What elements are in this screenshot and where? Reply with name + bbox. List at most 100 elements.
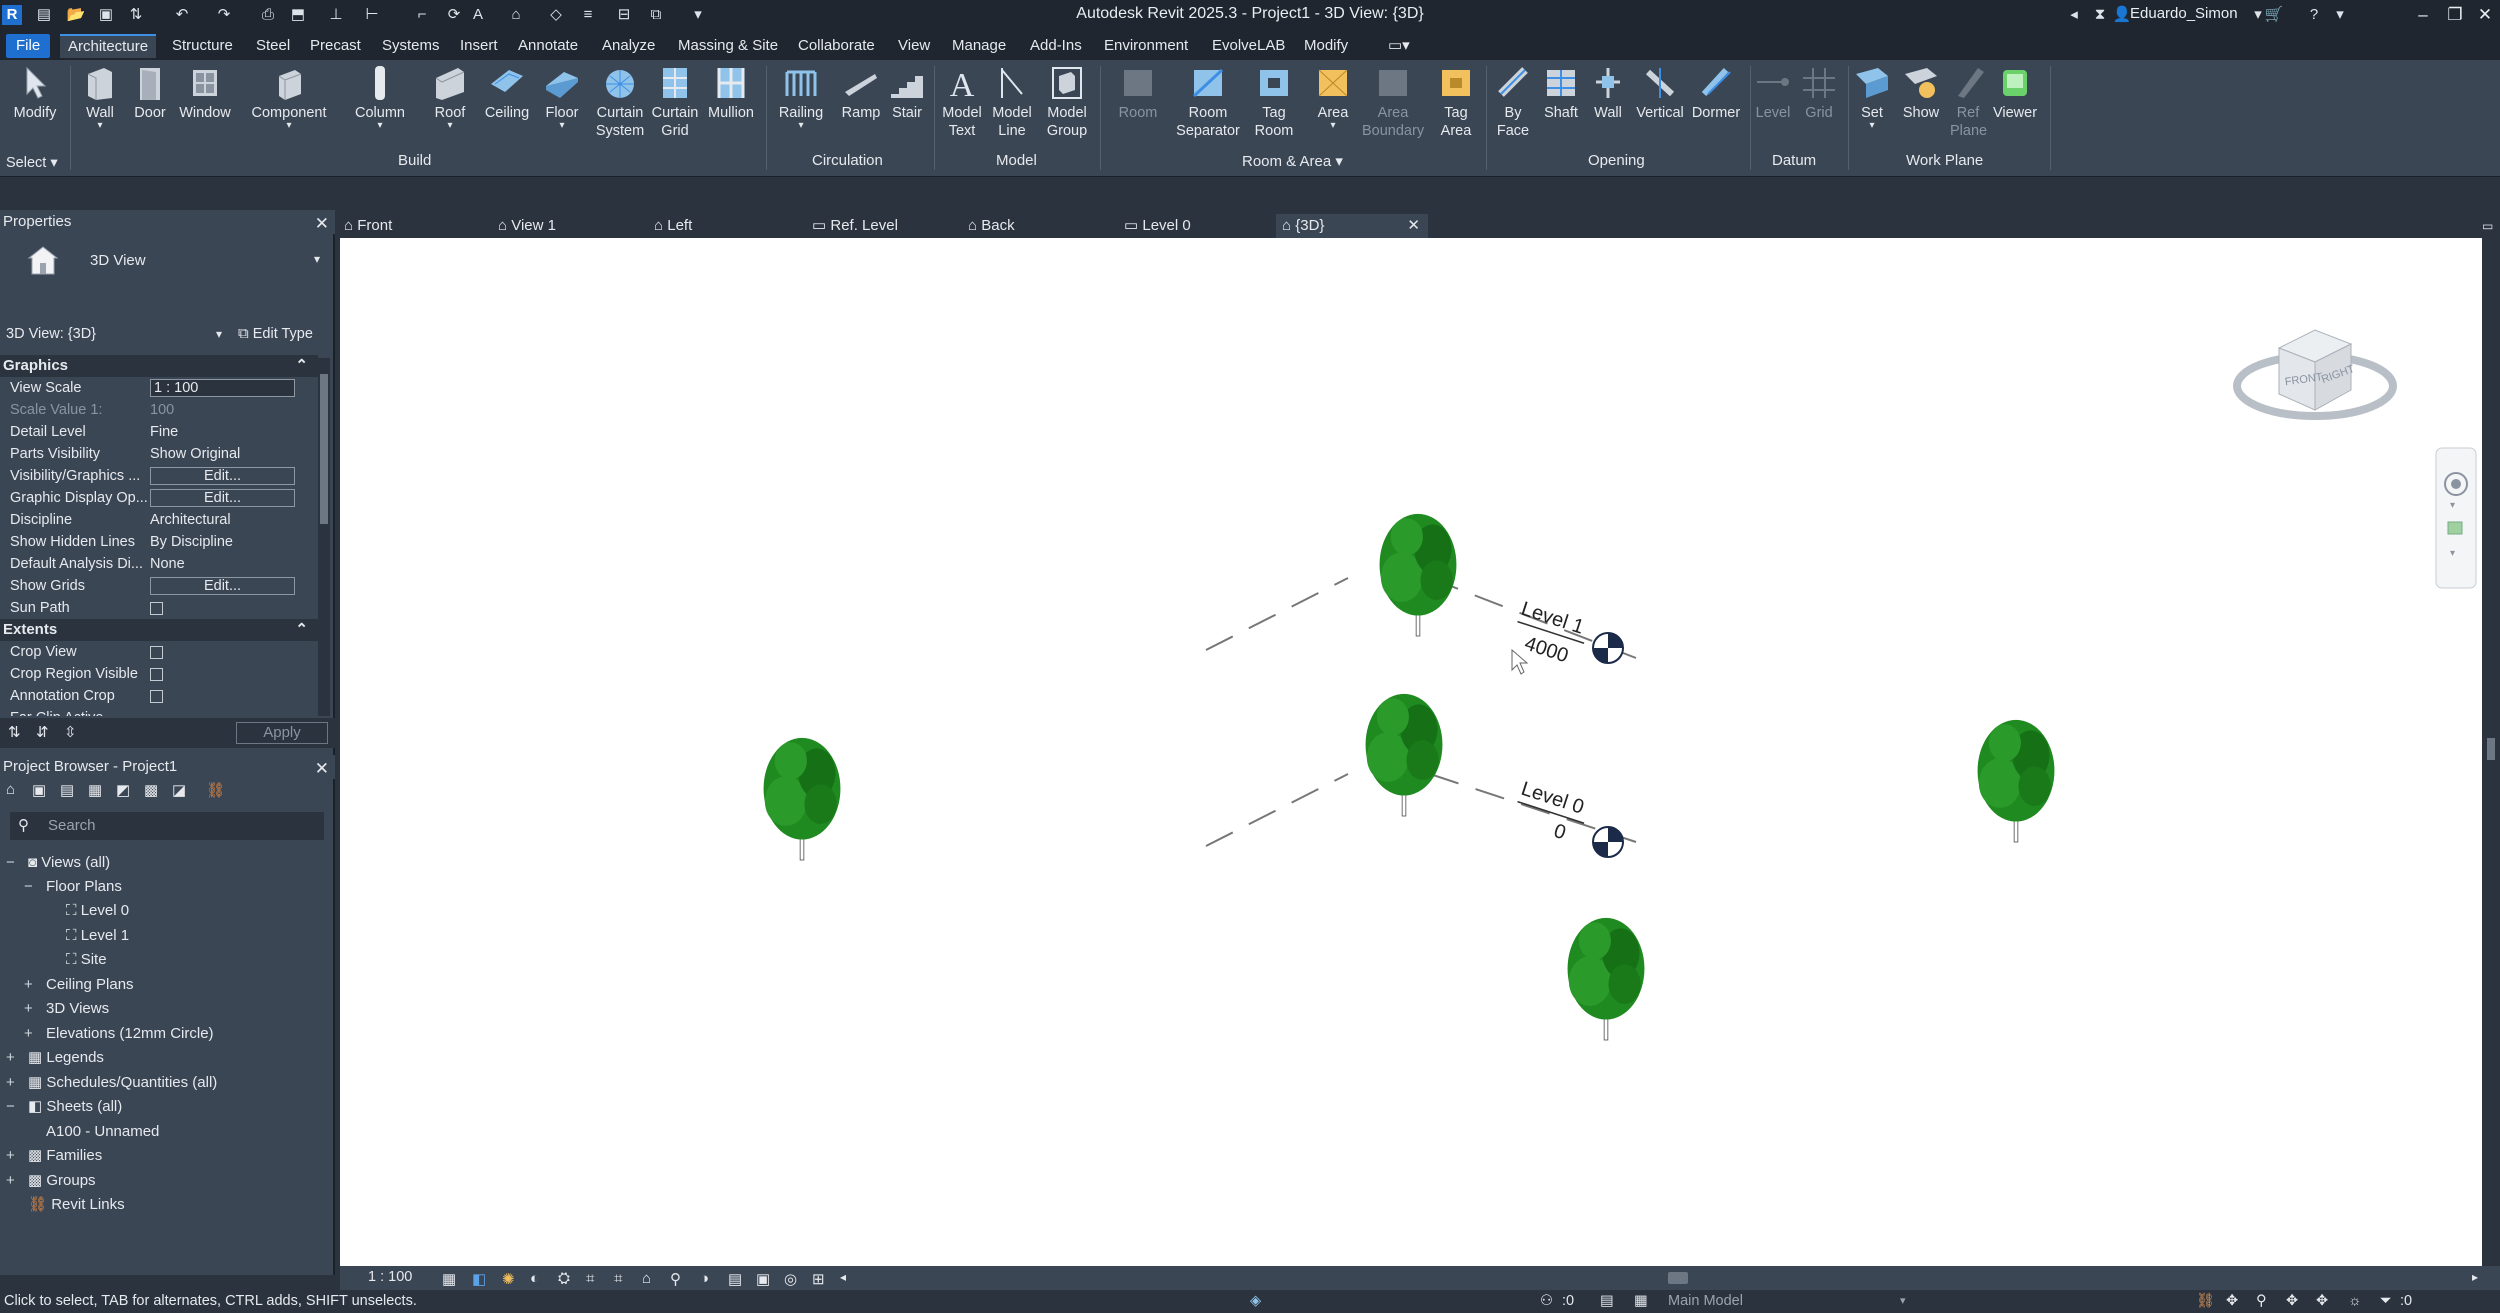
crop-view-checkbox[interactable] [150,645,163,659]
group-icon[interactable]: ▩ [144,781,158,799]
tree-item-level0[interactable]: ⛶ Level 0 [66,900,129,922]
expand-icon[interactable]: + [24,998,33,1020]
apply-button[interactable]: Apply [236,722,328,744]
edit-type-button[interactable]: ⧉ Edit Type [238,322,313,346]
tree-item-schedules[interactable]: ▦ Schedules/Quantities (all) [28,1072,217,1094]
wall-button[interactable]: Wall ▾ [78,64,122,131]
door-button[interactable]: Door [128,64,172,122]
section-icon[interactable]: ◇ [546,5,566,25]
level-0-head[interactable]: Level 0 0 [1509,778,1592,849]
chevron-down-icon[interactable]: ▾ [1900,1290,1906,1313]
select-links-icon[interactable]: ⛓ [2196,1290,2214,1313]
reveal-hidden-icon[interactable]: ◑ [700,1270,718,1287]
tab-3d[interactable]: ⌂ {3D} ✕ [1276,214,1428,238]
categorized-icon[interactable]: ⇅ [8,723,21,741]
tree-item-floor-plans[interactable]: Floor Plans [46,876,122,898]
sync-icon[interactable]: ⇅ [126,5,146,25]
prop-view-scale[interactable]: View Scale 1 : 100 [0,377,318,399]
instance-selector[interactable]: 3D View: {3D} ▾ [6,322,230,346]
model-line-button[interactable]: Model Line [988,64,1036,140]
dormer-button[interactable]: Dormer [1688,64,1744,122]
crop-view-icon[interactable]: ⌗ [586,1270,604,1287]
tab-manage[interactable]: Manage [952,34,1006,58]
tab-architecture[interactable]: Architecture [60,34,157,58]
export-icon[interactable]: ⬒ [288,5,308,25]
3d-view-icon[interactable]: ⌂ [506,5,526,25]
group-label-room-area[interactable]: Room & Area ▾ [1242,152,1343,170]
scrollbar-thumb[interactable] [2487,738,2495,760]
constraints-icon[interactable]: ⊞ [812,1270,830,1288]
tab-view[interactable]: View [898,34,930,58]
tree-item-legends[interactable]: ▦ Legends [28,1047,104,1069]
dimension-icon[interactable]: ⊢ [362,5,382,25]
sort-az-icon[interactable]: ⇵ [36,723,49,741]
tree-item-a100[interactable]: A100 - Unnamed [46,1121,159,1143]
text-icon[interactable]: A [468,5,488,25]
model-group-button[interactable]: Model Group [1042,64,1092,140]
tree-planting[interactable] [1977,719,2055,843]
collapse-icon[interactable]: − [6,852,15,874]
tree-item-revit-links[interactable]: ⛓ Revit Links [28,1194,125,1216]
select-dropdown[interactable]: Select ▾ [6,154,58,172]
ref-plane-button[interactable]: Ref Plane [1950,64,1987,140]
prop-show-hidden-lines[interactable]: Show Hidden Lines By Discipline [0,531,318,553]
view-scale-control[interactable]: 1 : 100 [368,1269,412,1285]
expand-icon[interactable]: + [24,1023,33,1045]
by-face-button[interactable]: By Face [1490,64,1536,140]
help-dropdown-icon[interactable]: ▾ [2330,5,2350,25]
visual-style-icon[interactable]: ◧ [472,1270,490,1288]
tree-item-families[interactable]: ▩ Families [28,1145,102,1167]
tab-structure[interactable]: Structure [172,34,233,58]
tab-back[interactable]: ⌂ Back [968,214,1015,238]
scroll-left-icon[interactable]: ◂ [840,1270,858,1286]
viewcube[interactable]: FRONT RIGHT [2233,329,2397,420]
tag-room-button[interactable]: Tag Room [1248,64,1300,140]
drag-elements-icon[interactable]: ✥ [2316,1290,2328,1313]
crop-region-icon[interactable]: ⌗ [614,1270,632,1287]
render-icon[interactable]: ⛭ [558,1270,576,1287]
viewer-button[interactable]: Viewer [1986,64,2044,122]
temp-hide-icon[interactable]: ⚲ [670,1270,688,1288]
tree-planting[interactable] [1567,917,1645,1041]
filter-icon[interactable]: ⏷ [2380,1290,2392,1313]
help-icon[interactable]: ? [2304,5,2324,25]
tree-planting[interactable] [1365,693,1443,817]
extents-section[interactable]: Extents ⌃ [0,619,318,641]
window-button[interactable]: Window [176,64,234,122]
worksharing-icon[interactable]: ▤ [728,1270,746,1288]
switch-windows-icon[interactable]: ⧉ [646,5,666,25]
status-icon[interactable]: ◈ [1250,1290,1261,1313]
tab-left[interactable]: ⌂ Left [654,214,692,238]
annotation-crop-checkbox[interactable] [150,689,163,703]
railing-button[interactable]: Railing ▾ [774,64,828,131]
expand-icon[interactable]: + [6,1170,15,1192]
tab-collaborate[interactable]: Collaborate [798,34,875,58]
chevron-down-icon[interactable]: ▾ [2450,500,2455,511]
user-name[interactable]: Eduardo_Simon [2130,5,2238,22]
restore-button[interactable]: ❐ [2440,2,2470,28]
select-by-face-icon[interactable]: ✥ [2286,1290,2298,1313]
tab-evolvelab[interactable]: EvolveLAB [1212,34,1285,58]
level-1-elevation[interactable]: 4000 [1522,633,1571,668]
undo-icon[interactable]: ↶ [172,5,192,25]
tree-item-elevations[interactable]: Elevations (12mm Circle) [46,1023,214,1045]
tree-planting[interactable] [1379,513,1457,637]
tree-item-groups[interactable]: ▩ Groups [28,1170,96,1192]
modify-button[interactable]: Modify [8,64,62,122]
sign-in-arrow-icon[interactable]: ◂ [2064,5,2084,25]
tree-item-3d-views[interactable]: 3D Views [46,998,109,1020]
roof-button[interactable]: Roof ▾ [428,64,472,131]
tree-item-level1[interactable]: ⛶ Level 1 [66,925,129,947]
link-icon[interactable]: ⛓ [206,781,225,799]
edit-button[interactable]: Edit... [150,489,295,507]
tab-overflow-icon[interactable]: ▭ [2482,214,2493,238]
background-process-icon[interactable]: ☼ [2348,1290,2361,1313]
analytical-model-icon[interactable]: ◎ [784,1270,802,1288]
room-button[interactable]: Room [1112,64,1164,122]
ceiling-button[interactable]: Ceiling [480,64,534,122]
tree-item-views-all[interactable]: ◙ Views (all) [28,852,110,874]
prop-value[interactable]: Show Original [150,443,295,465]
expand-icon[interactable]: + [6,1072,15,1094]
tab-environment[interactable]: Environment [1104,34,1188,58]
tag-icon[interactable]: ⌐ [412,5,432,25]
